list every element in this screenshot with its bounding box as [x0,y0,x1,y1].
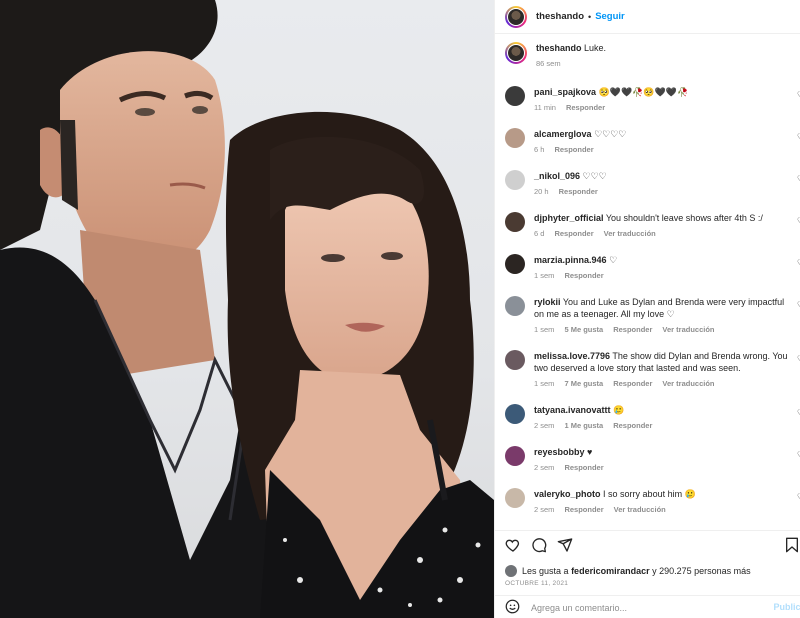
separator-dot: • [588,11,592,22]
comment-item: rylokii You and Luke as Dylan and Brenda… [505,296,800,334]
comment-likes-count[interactable]: 5 Me gusta [564,325,603,334]
reply-button[interactable]: Responder [566,103,605,112]
comment-time: 1 sem [534,325,555,334]
comment-avatar[interactable] [505,128,525,148]
likes-summary[interactable]: Les gusta a federicomirandacr y 290.275 … [505,565,751,577]
comment-time: 6 d [534,229,545,238]
comment-avatar[interactable] [505,170,525,190]
add-comment-input[interactable] [531,602,751,613]
translate-button[interactable]: Ver traducción [662,379,714,388]
reply-button[interactable]: Responder [554,145,593,154]
comment-text: 🥲 [613,405,625,415]
comment-item: reyesbobby ♥ 2 semResponder ♡ [505,446,800,472]
post-dialog: theshando • Seguir theshando Luke. 86 se… [0,0,800,618]
add-comment-bar: Publicar [495,595,800,618]
comment-username[interactable]: rylokii [534,297,561,307]
post-photo[interactable] [0,0,494,618]
bookmark-icon[interactable] [785,537,799,555]
liker-avatar [505,565,517,577]
comment-avatar[interactable] [505,86,525,106]
comment-avatar[interactable] [505,212,525,232]
comment-text: I so sorry about him 🥲 [603,489,696,499]
comment-item: pani_spajkova 🥺🖤🖤🥀🥺🖤🖤🥀 11 minResponder ♡ [505,86,800,112]
comment-text: ♡♡♡♡ [594,129,627,139]
reply-button[interactable]: Responder [564,463,603,472]
comment-likes-count[interactable]: 7 Me gusta [564,379,603,388]
comment-text: 🥺🖤🖤🥀🥺🖤🖤🥀 [598,87,689,97]
comment-username[interactable]: pani_spajkova [534,87,596,97]
translate-button[interactable]: Ver traducción [604,229,656,238]
caption-text: Luke. [584,43,607,53]
comment-item: djphyter_official You shouldn't leave sh… [505,212,800,238]
reply-button[interactable]: Responder [559,187,598,196]
likes-user[interactable]: federicomirandacr [571,566,650,576]
comment-item: melissa.love.7796 The show did Dylan and… [505,350,800,388]
post-caption: theshando Luke. 86 sem [505,42,606,68]
translate-button[interactable]: Ver traducción [614,505,666,514]
heart-icon[interactable] [505,537,521,553]
comment-username[interactable]: melissa.love.7796 [534,351,610,361]
publish-button[interactable]: Publicar [773,602,800,612]
comment-time: 2 sem [534,421,555,430]
comment-text: ♥ [587,447,593,457]
comment-username[interactable]: valeryko_photo [534,489,601,499]
comment-avatar[interactable] [505,296,525,316]
caption-time: 86 sem [536,59,561,68]
comment-time: 2 sem [534,463,555,472]
comment-item: valeryko_photo I so sorry about him 🥲 2 … [505,488,800,514]
post-date: OCTUBRE 11, 2021 [505,580,569,587]
comment-avatar[interactable] [505,488,525,508]
post-sidebar: theshando • Seguir theshando Luke. 86 se… [494,0,800,618]
post-header: theshando • Seguir [495,0,800,34]
comment-time: 2 sem [534,505,555,514]
likes-suffix[interactable]: y 290.275 personas más [652,566,751,576]
comment-text: ♡♡♡ [582,171,607,181]
likes-prefix: Les gusta a [522,566,569,576]
reply-button[interactable]: Responder [554,229,593,238]
author-avatar[interactable] [505,5,527,28]
comment-time: 1 sem [534,379,555,388]
reply-button[interactable]: Responder [613,325,652,334]
post-actions: Les gusta a federicomirandacr y 290.275 … [495,530,800,618]
comment-icon[interactable] [531,537,547,553]
comment-time: 20 h [534,187,549,196]
comment-avatar[interactable] [505,350,525,370]
comment-username[interactable]: tatyana.ivanovattt [534,405,611,415]
caption-avatar[interactable] [505,42,527,64]
comment-username[interactable]: djphyter_official [534,213,604,223]
emoji-icon[interactable] [505,599,520,616]
share-icon[interactable] [557,537,573,553]
comment-time: 6 h [534,145,545,154]
comment-avatar[interactable] [505,404,525,424]
comment-text: You and Luke as Dylan and Brenda were ve… [534,297,785,319]
reply-button[interactable]: Responder [564,505,603,514]
comment-item: tatyana.ivanovattt 🥲 2 sem 1 Me gusta Resp… [505,404,800,430]
caption-username[interactable]: theshando [536,43,582,53]
post-image [0,0,494,618]
comments-list[interactable]: theshando Luke. 86 sem pani_spajkova 🥺🖤🖤… [495,34,800,530]
reply-button[interactable]: Responder [613,379,652,388]
comment-avatar[interactable] [505,446,525,466]
comment-time: 11 min [534,103,556,112]
comment-username[interactable]: alcamerglova [534,129,592,139]
author-username[interactable]: theshando [536,11,584,22]
comment-text: You shouldn't leave shows after 4th S :/ [605,213,763,223]
comment-item: marzia.pinna.946 ♡ 1 semResponder ♡ [505,254,800,280]
comment-item: _nikol_096 ♡♡♡ 20 hResponder ♡ [505,170,800,196]
comment-username[interactable]: marzia.pinna.946 [534,255,607,265]
comment-username[interactable]: reyesbobby [534,447,585,457]
comment-item: alcamerglova ♡♡♡♡ 6 hResponder ♡ [505,128,800,154]
comment-likes-count[interactable]: 1 Me gusta [564,421,603,430]
reply-button[interactable]: Responder [564,271,603,280]
comment-username[interactable]: _nikol_096 [534,171,580,181]
comment-text: ♡ [609,255,618,265]
comment-avatar[interactable] [505,254,525,274]
comment-time: 1 sem [534,271,555,280]
follow-button[interactable]: Seguir [595,11,625,22]
translate-button[interactable]: Ver traducción [662,325,714,334]
reply-button[interactable]: Responder [613,421,652,430]
